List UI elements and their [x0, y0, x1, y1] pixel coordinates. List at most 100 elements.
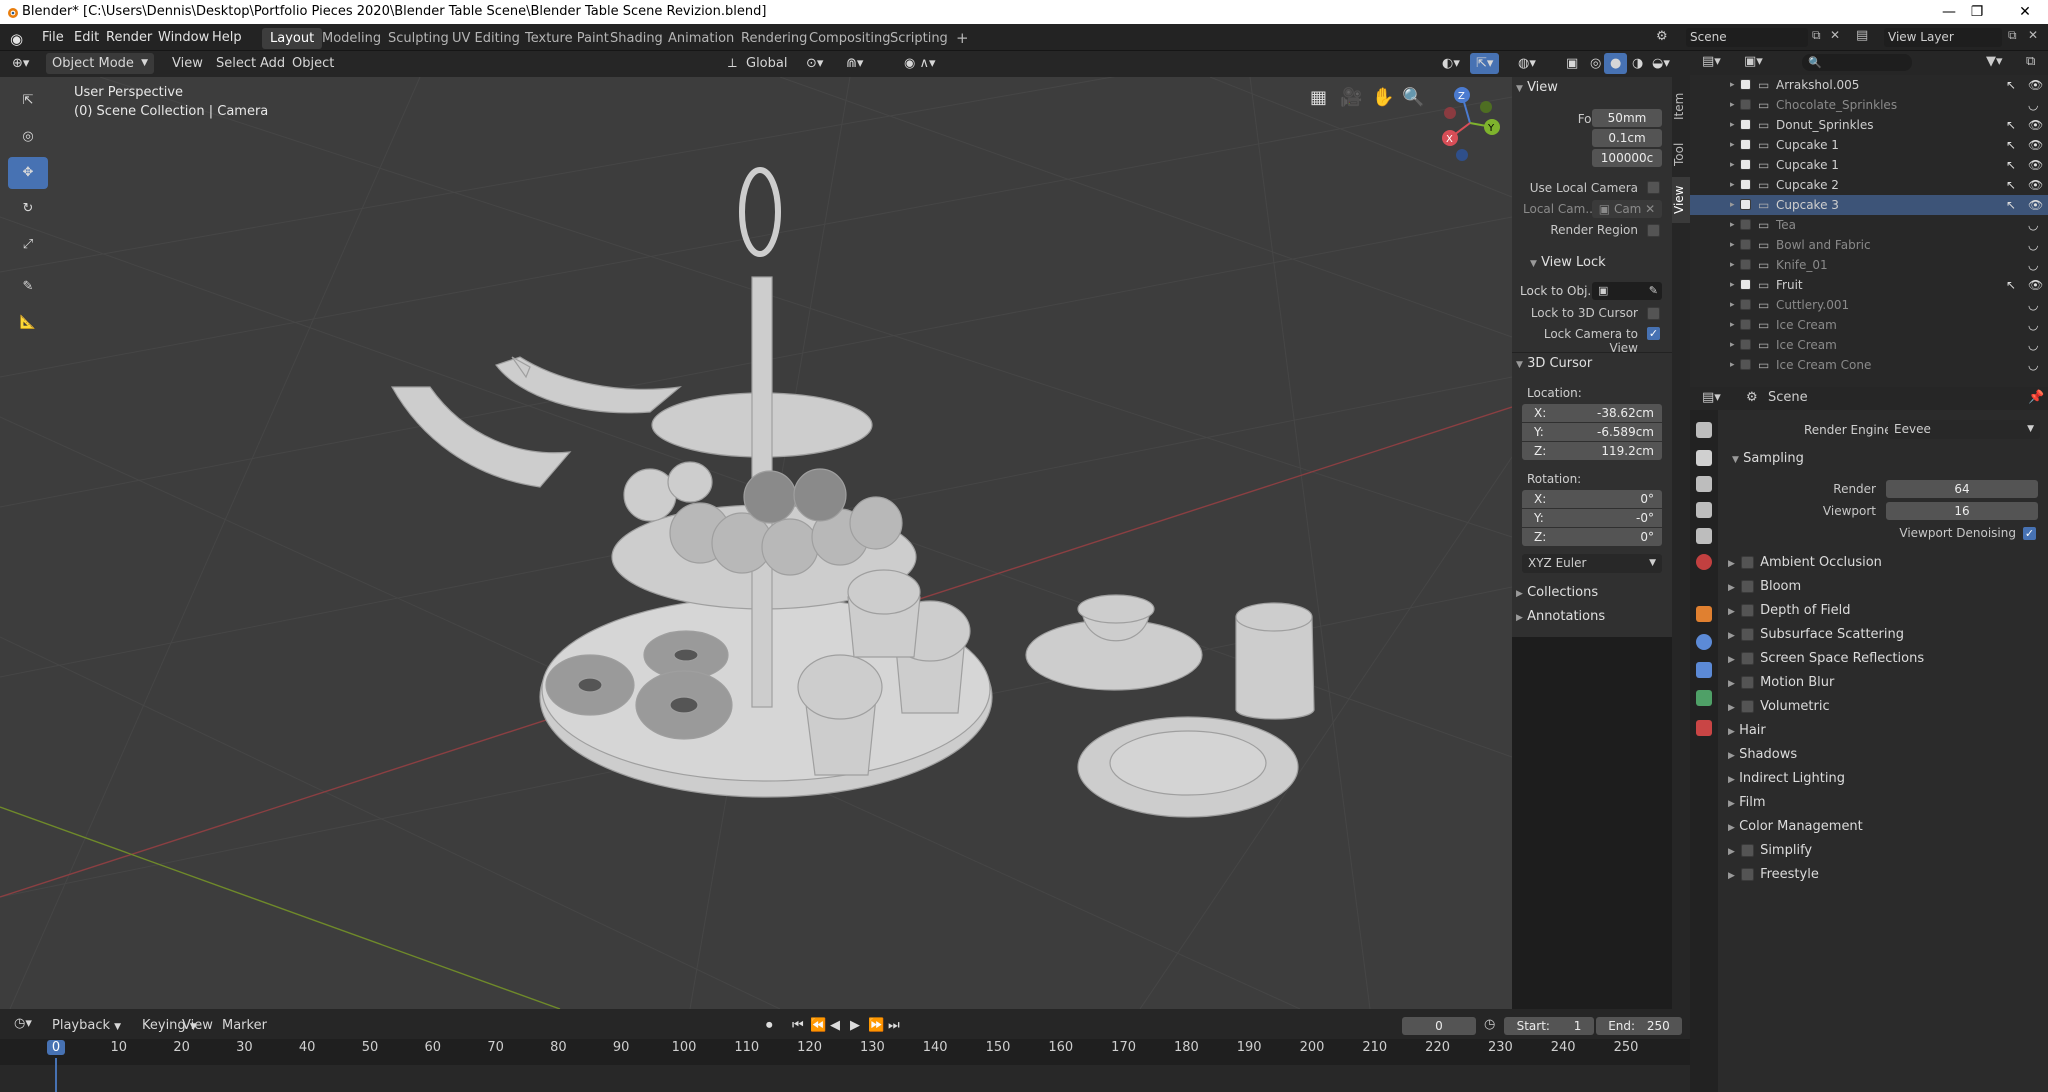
section-enable-checkbox[interactable]	[1741, 868, 1755, 881]
render-section-header[interactable]: ▶ Simplify	[1728, 840, 1812, 862]
annotations-section-header[interactable]: ▶ Annotations	[1516, 606, 1605, 628]
timeline-menu-marker[interactable]: Marker	[216, 1015, 273, 1036]
visibility-eye-icon[interactable]: 👁	[2028, 175, 2043, 195]
expand-icon[interactable]: ▸	[1730, 115, 1735, 135]
texture-tab-icon[interactable]	[1696, 720, 1712, 736]
visibility-eye-icon[interactable]: ◡	[2028, 315, 2038, 335]
start-frame-field[interactable]: Start: 1	[1504, 1017, 1594, 1035]
lock-camera-checkbox[interactable]	[1647, 327, 1660, 340]
use-local-camera-checkbox[interactable]	[1647, 181, 1660, 194]
exclude-checkbox[interactable]	[1740, 299, 1751, 310]
xray-toggle-icon[interactable]: ▣	[1560, 53, 1584, 74]
outliner-row[interactable]: ▸ ▭ Ice Cream ◡	[1690, 335, 2048, 355]
outliner-row[interactable]: ▸ ▭ Tea ◡	[1690, 215, 2048, 235]
clip-end-field[interactable]: 100000c	[1592, 149, 1662, 167]
render-section-header[interactable]: ▶ Color Management	[1728, 816, 1863, 838]
outliner-row[interactable]: ▸ ▭ Arrakshol.005 ↖ 👁	[1690, 75, 2048, 95]
exclude-checkbox[interactable]	[1740, 259, 1751, 270]
render-section-header[interactable]: ▶ Bloom	[1728, 576, 1801, 598]
section-enable-checkbox[interactable]	[1741, 628, 1755, 641]
display-mode-icon[interactable]: ▣▾	[1744, 54, 1763, 69]
selectable-icon[interactable]: ↖	[2006, 195, 2016, 215]
close-window-button[interactable]: ✕	[2002, 0, 2048, 24]
output-tab-icon[interactable]	[1696, 476, 1712, 492]
scene-objects[interactable]	[0, 77, 1512, 1009]
menu-render[interactable]: Render	[102, 24, 156, 51]
viewport-denoising-checkbox[interactable]	[2023, 527, 2036, 540]
section-enable-checkbox[interactable]	[1741, 556, 1755, 569]
constraints-tab-icon[interactable]	[1696, 662, 1712, 678]
render-region-checkbox[interactable]	[1647, 224, 1660, 237]
current-frame-field[interactable]: 0	[1402, 1017, 1476, 1035]
exclude-checkbox[interactable]	[1740, 99, 1751, 110]
section-enable-checkbox[interactable]	[1741, 604, 1755, 617]
scene-tab-icon[interactable]	[1696, 528, 1712, 544]
expand-icon[interactable]: ▸	[1730, 315, 1735, 335]
delete-scene-icon[interactable]: ✕	[1830, 28, 1840, 42]
expand-icon[interactable]: ▸	[1730, 195, 1735, 215]
expand-icon[interactable]: ▸	[1730, 275, 1735, 295]
expand-icon[interactable]: ▸	[1730, 175, 1735, 195]
exclude-checkbox[interactable]	[1740, 159, 1751, 170]
expand-icon[interactable]: ▸	[1730, 215, 1735, 235]
3d-viewport[interactable]: ⇱ ◎ ✥ ↻ ⤢ ✎ 📐 User Perspective (0) Scene…	[0, 77, 1512, 1009]
record-icon[interactable]: ⏺	[766, 1018, 773, 1033]
tab-tool[interactable]: Tool	[1672, 133, 1690, 175]
select-box-tool[interactable]: ⇱	[8, 85, 48, 117]
section-enable-checkbox[interactable]	[1741, 844, 1755, 857]
timeline-track[interactable]	[0, 1065, 1690, 1092]
expand-icon[interactable]: ▸	[1730, 155, 1735, 175]
selectable-icon[interactable]: ↖	[2006, 175, 2016, 195]
pivot-point-icon[interactable]: ⊙▾	[800, 53, 829, 74]
viewport-samples-field[interactable]: 16	[1886, 502, 2038, 520]
render-engine-dropdown[interactable]: Eevee ▼	[1888, 420, 2040, 439]
outliner[interactable]: ▤▾ ▣▾ 🔍 ▼▾ ⧉ ▸ ▭ Arrakshol.005 ↖ 👁 ▸ ▭ Chocolat…	[1690, 51, 2048, 387]
expand-icon[interactable]: ▸	[1730, 335, 1735, 355]
render-section-header[interactable]: ▶ Ambient Occlusion	[1728, 552, 1882, 574]
transform-orientation-dropdown[interactable]: Global	[740, 53, 793, 74]
cursor-z-field[interactable]: Z: 119.2cm	[1522, 442, 1662, 460]
object-data-tab-icon[interactable]	[1696, 690, 1712, 706]
visibility-eye-icon[interactable]: ◡	[2028, 355, 2038, 375]
expand-icon[interactable]: ▸	[1730, 75, 1735, 95]
selectable-icon[interactable]: ↖	[2006, 135, 2016, 155]
tab-view[interactable]: View	[1672, 177, 1690, 223]
pan-view-icon[interactable]: ✋	[1372, 87, 1394, 108]
pin-icon[interactable]: 📌	[2028, 390, 2044, 405]
lock-to-cursor-checkbox[interactable]	[1647, 307, 1660, 320]
selectable-icon[interactable]: ↖	[2006, 115, 2016, 135]
render-section-header[interactable]: ▶ Shadows	[1728, 744, 1797, 766]
timeline-editor-type-icon[interactable]: ◷▾	[8, 1013, 38, 1034]
exclude-checkbox[interactable]	[1740, 239, 1751, 250]
proportional-edit-icon[interactable]: ◉ ∧▾	[898, 53, 942, 74]
playhead[interactable]	[55, 1058, 57, 1092]
section-enable-checkbox[interactable]	[1741, 676, 1755, 689]
properties-editor-type-icon[interactable]: ▤▾	[1702, 390, 1721, 405]
editor-type-icon[interactable]: ⊕▾	[6, 53, 35, 74]
cursor-tool[interactable]: ◎	[8, 121, 48, 153]
render-section-header[interactable]: ▶ Hair	[1728, 720, 1766, 742]
visibility-eye-icon[interactable]: 👁	[2028, 135, 2043, 155]
new-view-layer-icon[interactable]: ⧉	[2008, 28, 2017, 43]
workspace-tab-scripting[interactable]: Scripting	[882, 28, 956, 49]
cursor-rot-z-field[interactable]: Z: 0°	[1522, 528, 1662, 546]
new-scene-icon[interactable]: ⧉	[1812, 28, 1821, 43]
visibility-eye-icon[interactable]: 👁	[2028, 115, 2043, 135]
expand-icon[interactable]: ▸	[1730, 355, 1735, 375]
visibility-eye-icon[interactable]: ◡	[2028, 235, 2038, 255]
workspace-tab-modeling[interactable]: Modeling	[314, 28, 389, 49]
visibility-eye-icon[interactable]: ◡	[2028, 95, 2038, 115]
view-layer-tab-icon[interactable]	[1696, 502, 1712, 518]
menu-window[interactable]: Window	[154, 24, 213, 51]
view-layer-selector[interactable]: View Layer	[1884, 28, 2002, 47]
solid-shading-icon[interactable]: ●	[1604, 53, 1628, 74]
tab-item[interactable]: Item	[1672, 83, 1690, 129]
render-section-header[interactable]: ▶ Motion Blur	[1728, 672, 1834, 694]
workspace-tab-animation[interactable]: Animation	[660, 28, 742, 49]
play-reverse-icon[interactable]: ◀	[830, 1018, 840, 1033]
exclude-checkbox[interactable]	[1740, 319, 1751, 330]
outliner-editor-type-icon[interactable]: ▤▾	[1702, 54, 1721, 69]
end-frame-field[interactable]: End: 250	[1596, 1017, 1682, 1035]
object-mode-dropdown[interactable]: Object Mode ▼	[46, 53, 154, 74]
outliner-search-input[interactable]: 🔍	[1802, 54, 1912, 71]
